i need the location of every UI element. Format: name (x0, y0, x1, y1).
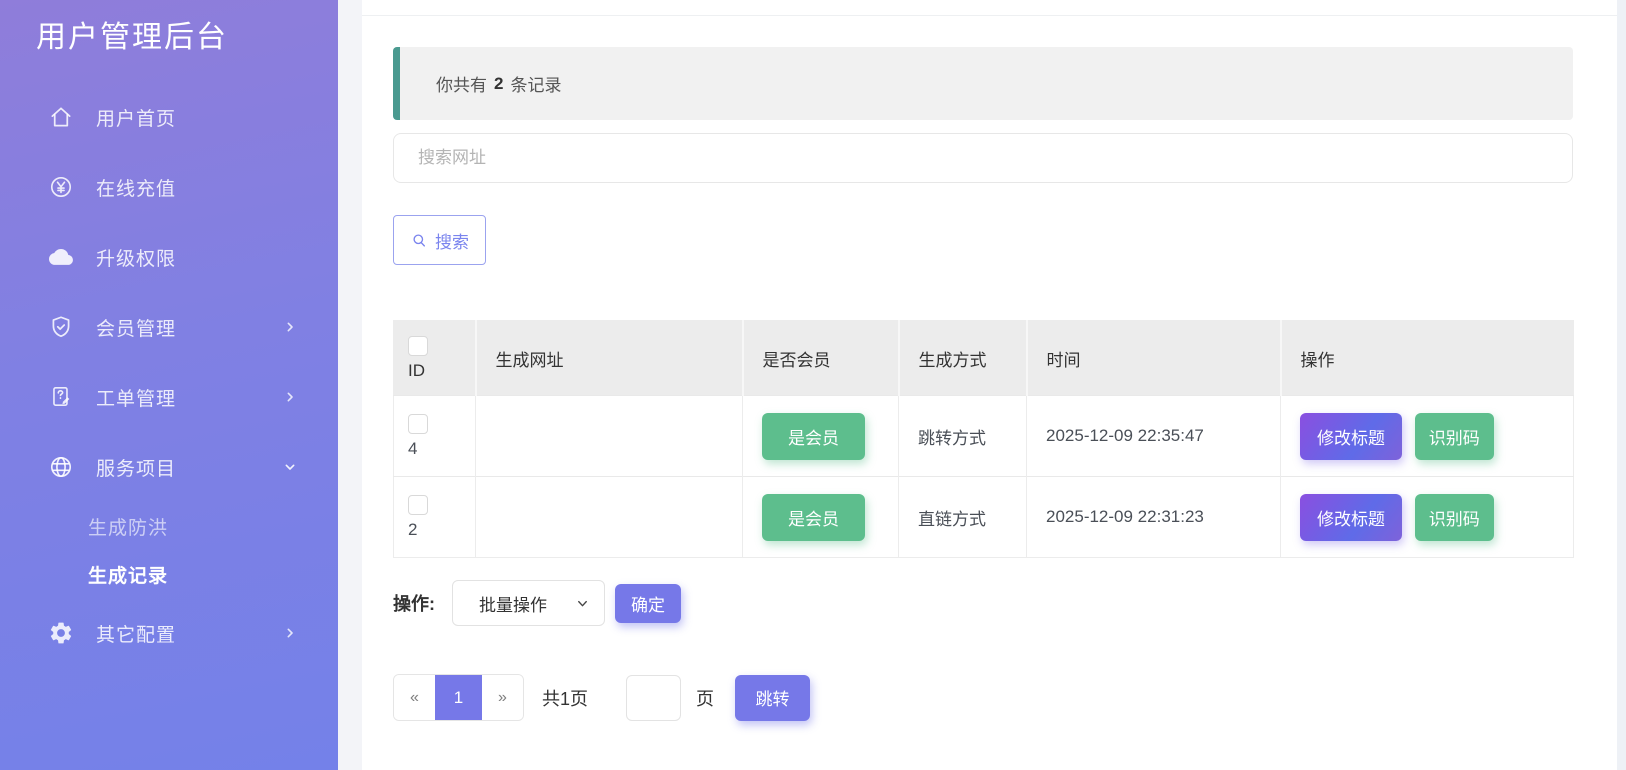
row-time: 2025-12-09 22:31:23 (1027, 477, 1281, 558)
header-url: 生成网址 (476, 321, 743, 396)
row-url (476, 396, 743, 477)
select-all-checkbox[interactable] (408, 336, 428, 356)
member-status-badge: 是会员 (762, 494, 865, 541)
sidebar-subitem-generate-records[interactable]: 生成记录 (0, 550, 338, 598)
sidebar-item-label: 用户首页 (96, 104, 176, 131)
page-suffix-label: 页 (696, 685, 714, 711)
vertical-scrollbar[interactable] (1617, 0, 1626, 770)
page-jump-input[interactable] (626, 675, 681, 721)
sidebar-item-services[interactable]: 服务项目 (0, 432, 338, 502)
next-page-button[interactable]: » (482, 675, 523, 720)
pagination-bar: « 1 » 共1页 页 跳转 (393, 674, 1617, 721)
row-checkbox[interactable] (408, 495, 428, 515)
batch-label: 操作: (393, 590, 435, 616)
sidebar-item-upgrade[interactable]: 升级权限 (0, 222, 338, 292)
sidebar-item-recharge[interactable]: 在线充值 (0, 152, 338, 222)
row-method: 直链方式 (899, 477, 1027, 558)
header-id-label: ID (408, 361, 425, 381)
chevron-right-icon (282, 319, 298, 335)
records-table: ID 生成网址 是否会员 生成方式 时间 操作 4 (393, 320, 1574, 558)
sidebar-item-label: 升级权限 (96, 244, 176, 271)
identify-code-button[interactable]: 识别码 (1415, 413, 1494, 460)
row-actions-cell: 修改标题 识别码 (1281, 477, 1574, 558)
sidebar-item-home[interactable]: 用户首页 (0, 82, 338, 152)
jump-button[interactable]: 跳转 (735, 675, 810, 721)
sidebar-item-label: 服务项目 (96, 454, 176, 481)
header-method: 生成方式 (899, 321, 1027, 396)
row-checkbox[interactable] (408, 414, 428, 434)
top-bar (362, 0, 1617, 16)
row-url (476, 477, 743, 558)
row-member-cell: 是会员 (743, 396, 899, 477)
search-input[interactable] (393, 133, 1573, 183)
main-content: 你共有 2 条记录 搜索 ID (362, 0, 1617, 770)
identify-code-button[interactable]: 识别码 (1415, 494, 1494, 541)
sidebar-menu: 用户首页 在线充值 升级权限 (0, 82, 338, 668)
batch-operation-select[interactable]: 批量操作 (452, 580, 605, 626)
alert-record-count: 2 (494, 74, 503, 94)
table-row: 4 是会员 跳转方式 2025-12-09 22:35:47 修改标题 识别码 (394, 396, 1574, 477)
row-member-cell: 是会员 (743, 477, 899, 558)
header-member: 是否会员 (743, 321, 899, 396)
content-area: 你共有 2 条记录 搜索 ID (362, 47, 1617, 721)
sidebar-item-other-config[interactable]: 其它配置 (0, 598, 338, 668)
record-count-alert: 你共有 2 条记录 (393, 47, 1573, 120)
alert-text-prefix: 你共有 (436, 71, 487, 96)
search-button-label: 搜索 (435, 228, 469, 253)
row-id: 4 (408, 439, 417, 459)
search-icon (410, 231, 429, 250)
header-actions: 操作 (1281, 321, 1574, 396)
cloud-icon (48, 244, 74, 270)
sidebar-item-work-orders[interactable]: 工单管理 (0, 362, 338, 432)
table-header-row: ID 生成网址 是否会员 生成方式 时间 操作 (394, 321, 1574, 396)
header-id-cell: ID (394, 321, 476, 396)
batch-operations-bar: 操作: 批量操作 确定 (393, 580, 1617, 626)
row-time: 2025-12-09 22:35:47 (1027, 396, 1281, 477)
sidebar-subitem-generate-flood[interactable]: 生成防洪 (0, 502, 338, 550)
page-group: « 1 » (393, 674, 524, 721)
work-order-icon (48, 384, 74, 410)
current-page-button[interactable]: 1 (435, 675, 482, 720)
row-actions-cell: 修改标题 识别码 (1281, 396, 1574, 477)
chevron-down-icon (282, 459, 298, 475)
home-icon (48, 104, 74, 130)
chevron-right-icon (282, 389, 298, 405)
row-id-cell: 2 (394, 477, 476, 558)
row-method: 跳转方式 (899, 396, 1027, 477)
header-time: 时间 (1027, 321, 1281, 396)
chevron-right-icon (282, 625, 298, 641)
batch-select-value: 批量操作 (479, 591, 547, 616)
sidebar: 用户管理后台 用户首页 在线充值 (0, 0, 338, 770)
alert-text-suffix: 条记录 (510, 71, 561, 96)
search-button[interactable]: 搜索 (393, 215, 486, 265)
member-status-badge: 是会员 (762, 413, 865, 460)
gear-icon (48, 620, 74, 646)
sidebar-item-label: 其它配置 (96, 620, 176, 647)
app-title: 用户管理后台 (0, 0, 338, 56)
globe-icon (48, 454, 74, 480)
sidebar-item-members[interactable]: 会员管理 (0, 292, 338, 362)
yen-circle-icon (48, 174, 74, 200)
edit-title-button[interactable]: 修改标题 (1300, 494, 1402, 541)
row-id: 2 (408, 520, 417, 540)
sidebar-item-label: 在线充值 (96, 174, 176, 201)
shield-check-icon (48, 314, 74, 340)
sidebar-item-label: 工单管理 (96, 384, 176, 411)
total-pages-label: 共1页 (542, 685, 588, 711)
sidebar-item-label: 会员管理 (96, 314, 176, 341)
prev-page-button[interactable]: « (394, 675, 435, 720)
edit-title-button[interactable]: 修改标题 (1300, 413, 1402, 460)
confirm-button[interactable]: 确定 (615, 584, 681, 623)
chevron-down-icon (575, 596, 590, 611)
row-id-cell: 4 (394, 396, 476, 477)
table-row: 2 是会员 直链方式 2025-12-09 22:31:23 修改标题 识别码 (394, 477, 1574, 558)
